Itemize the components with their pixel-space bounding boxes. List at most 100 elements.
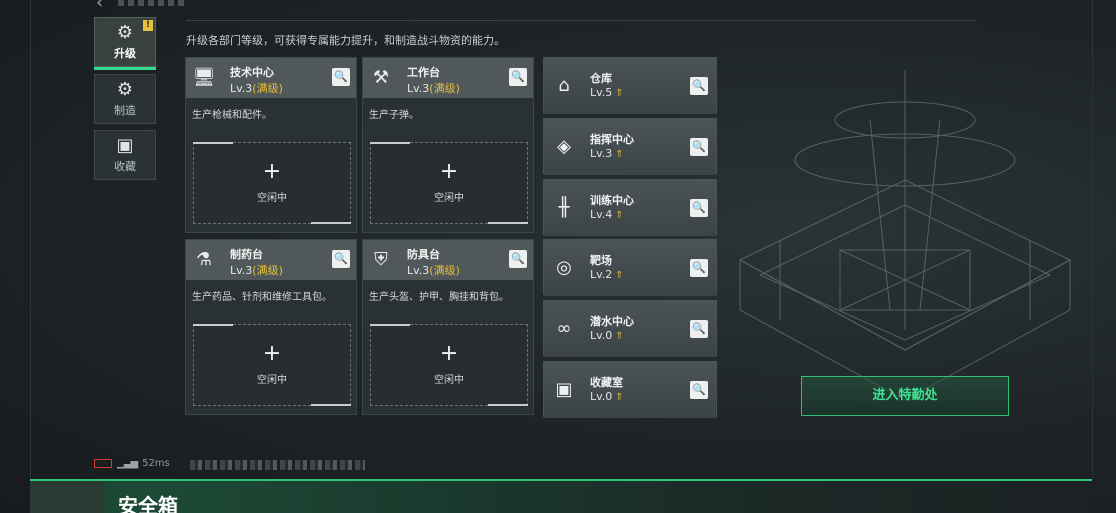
search-icon[interactable]: 🔍 xyxy=(509,250,527,268)
facility-shooting-range[interactable]: ◎ 靶场 Lv.2 ⇑ 🔍 xyxy=(543,239,717,296)
network-status: ▁▃▅ 52ms xyxy=(94,458,170,469)
frame-right-border xyxy=(1092,0,1093,478)
facility-name: 训练中心 xyxy=(590,194,634,207)
tab-upgrade-label: 升级 xyxy=(114,47,136,60)
production-slot[interactable]: + 空闲中 xyxy=(193,142,351,224)
facility-level: Lv.3 ⇑ xyxy=(590,147,624,160)
vault-icon: ▣ xyxy=(555,379,573,400)
tab-upgrade[interactable]: ⚙ 升级 ! xyxy=(94,17,156,70)
dept-level-value: Lv.3 xyxy=(407,264,430,277)
dumbbell-icon: ╫ xyxy=(558,197,570,218)
dept-card-workbench: ⚒ 工作台 Lv.3(满级) 🔍 生产子弹。 + 空闲中 xyxy=(362,57,534,233)
chevron-left-icon[interactable]: ‹ xyxy=(96,0,103,13)
dept-level-value: Lv.3 xyxy=(230,82,253,95)
search-icon[interactable]: 🔍 xyxy=(332,68,350,86)
dept-max-tag: (满级) xyxy=(252,264,283,277)
facility-command-center[interactable]: ◈ 指挥中心 Lv.3 ⇑ 🔍 xyxy=(543,118,717,175)
dept-level: Lv.3(满级) xyxy=(230,80,283,96)
dept-name: 防具台 xyxy=(407,248,440,261)
tab-collection[interactable]: ▣ 收藏 xyxy=(94,130,156,180)
signal-icon: ▁▃▅ xyxy=(117,458,138,469)
dept-level: Lv.3(满级) xyxy=(407,80,460,96)
facility-name: 指挥中心 xyxy=(590,133,634,146)
safe-box-accent xyxy=(30,481,104,513)
dept-level: Lv.3(满级) xyxy=(230,262,283,278)
plus-icon: + xyxy=(262,341,282,366)
dept-name: 工作台 xyxy=(407,66,440,79)
facility-dive-center[interactable]: ∞ 潜水中心 Lv.0 ⇑ 🔍 xyxy=(543,300,717,357)
facility-level-value: Lv.0 xyxy=(590,329,613,342)
upgrade-chevron-icon: ⇑ xyxy=(615,149,624,160)
safe-box-title: 安全箱 xyxy=(118,494,178,513)
facility-level-value: Lv.3 xyxy=(590,147,613,160)
search-icon[interactable]: 🔍 xyxy=(690,138,708,156)
slot-status: 空闲中 xyxy=(434,193,464,204)
battery-icon xyxy=(94,459,112,468)
notification-badge: ! xyxy=(143,20,153,31)
tab-collection-label: 收藏 xyxy=(114,160,136,173)
player-id-obscured xyxy=(190,460,365,470)
dept-name: 制药台 xyxy=(230,248,263,261)
warehouse-icon: ⌂ xyxy=(558,75,570,96)
facility-level: Lv.4 ⇑ xyxy=(590,208,624,221)
dept-description: 生产枪械和配件。 xyxy=(192,110,272,121)
search-icon[interactable]: 🔍 xyxy=(690,77,708,95)
plus-icon: + xyxy=(439,159,459,184)
facility-warehouse[interactable]: ⌂ 仓库 Lv.5 ⇑ 🔍 xyxy=(543,57,717,114)
frame-left-border xyxy=(30,0,31,478)
facility-collection-room[interactable]: ▣ 收藏室 Lv.0 ⇑ 🔍 xyxy=(543,361,717,418)
manufacture-gears-icon: ⚙ xyxy=(116,79,134,100)
flask-icon: ⚗ xyxy=(195,249,213,270)
upgrade-gear-icon: ⚙ xyxy=(116,22,134,43)
search-icon[interactable]: 🔍 xyxy=(690,199,708,217)
dept-description: 生产药品、针剂和维修工具包。 xyxy=(192,292,332,303)
dept-max-tag: (满级) xyxy=(252,82,283,95)
dept-max-tag: (满级) xyxy=(429,82,460,95)
tab-manufacture-label: 制造 xyxy=(114,104,136,117)
armor-icon: ⛨ xyxy=(374,249,388,270)
special-ops-upgrade-screen: ‹ ⚙ 升级 ! ⚙ 制造 ▣ 收藏 升级各部门等级，可获得专属能力提升，和制造… xyxy=(0,0,1116,513)
search-icon[interactable]: 🔍 xyxy=(690,381,708,399)
upgrade-chevron-icon: ⇑ xyxy=(615,331,624,342)
safe-box-panel[interactable] xyxy=(30,479,1092,513)
facility-name: 收藏室 xyxy=(590,376,623,389)
goggles-icon: ∞ xyxy=(556,318,572,339)
search-icon[interactable]: 🔍 xyxy=(690,320,708,338)
dept-max-tag: (满级) xyxy=(429,264,460,277)
search-icon[interactable]: 🔍 xyxy=(332,250,350,268)
upgrade-chevron-icon: ⇑ xyxy=(615,88,624,99)
base-tower-illustration xyxy=(738,70,1072,401)
target-icon: ◎ xyxy=(556,257,572,278)
computer-icon: 🖥 xyxy=(192,67,216,88)
dept-name: 技术中心 xyxy=(230,66,274,79)
search-icon[interactable]: 🔍 xyxy=(509,68,527,86)
collection-icon: ▣ xyxy=(116,135,134,156)
facility-level: Lv.5 ⇑ xyxy=(590,86,624,99)
dept-card-armor-bench: ⛨ 防具台 Lv.3(满级) 🔍 生产头盔、护甲、胸挂和背包。 + 空闲中 xyxy=(362,239,534,415)
upgrade-chevron-icon: ⇑ xyxy=(615,392,624,403)
facility-level: Lv.2 ⇑ xyxy=(590,268,624,281)
search-icon[interactable]: 🔍 xyxy=(690,259,708,277)
tab-manufacture[interactable]: ⚙ 制造 xyxy=(94,74,156,124)
facility-level-value: Lv.4 xyxy=(590,208,613,221)
enter-special-ops-button[interactable]: 进入特勤处 xyxy=(801,376,1009,416)
plus-icon: + xyxy=(262,159,282,184)
page-description: 升级各部门等级，可获得专属能力提升，和制造战斗物资的能力。 xyxy=(186,34,505,47)
facility-level: Lv.0 ⇑ xyxy=(590,390,624,403)
dept-description: 生产子弹。 xyxy=(369,110,419,121)
production-slot[interactable]: + 空闲中 xyxy=(370,142,528,224)
dept-card-header: ⚒ 工作台 Lv.3(满级) 🔍 xyxy=(363,58,533,98)
dept-card-header: ⛨ 防具台 Lv.3(满级) 🔍 xyxy=(363,240,533,280)
slot-status: 空闲中 xyxy=(257,193,287,204)
dept-description: 生产头盔、护甲、胸挂和背包。 xyxy=(369,292,509,303)
dept-card-header: 🖥 技术中心 Lv.3(满级) 🔍 xyxy=(186,58,356,98)
dept-card-pharmacy: ⚗ 制药台 Lv.3(满级) 🔍 生产药品、针剂和维修工具包。 + 空闲中 xyxy=(185,239,357,415)
production-slot[interactable]: + 空闲中 xyxy=(370,324,528,406)
facility-level-value: Lv.0 xyxy=(590,390,613,403)
facility-training-center[interactable]: ╫ 训练中心 Lv.4 ⇑ 🔍 xyxy=(543,179,717,236)
production-slot[interactable]: + 空闲中 xyxy=(193,324,351,406)
dept-card-tech-center: 🖥 技术中心 Lv.3(满级) 🔍 生产枪械和配件。 + 空闲中 xyxy=(185,57,357,233)
facility-level: Lv.0 ⇑ xyxy=(590,329,624,342)
facility-name: 仓库 xyxy=(590,72,612,85)
header-divider xyxy=(186,20,976,21)
